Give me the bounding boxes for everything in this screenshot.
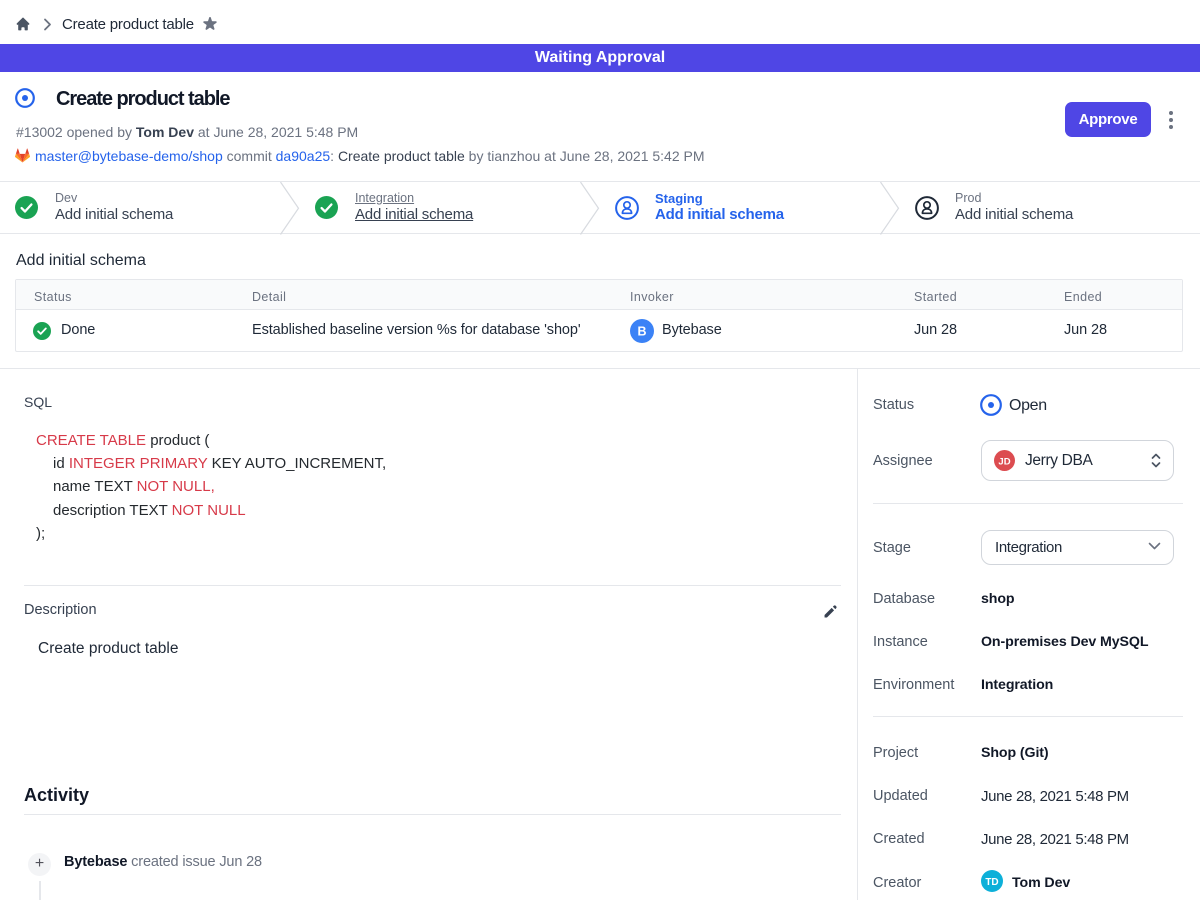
svg-text:JD: JD xyxy=(998,457,1010,468)
svg-text:B: B xyxy=(637,325,646,339)
svg-text:TD: TD xyxy=(985,877,998,888)
